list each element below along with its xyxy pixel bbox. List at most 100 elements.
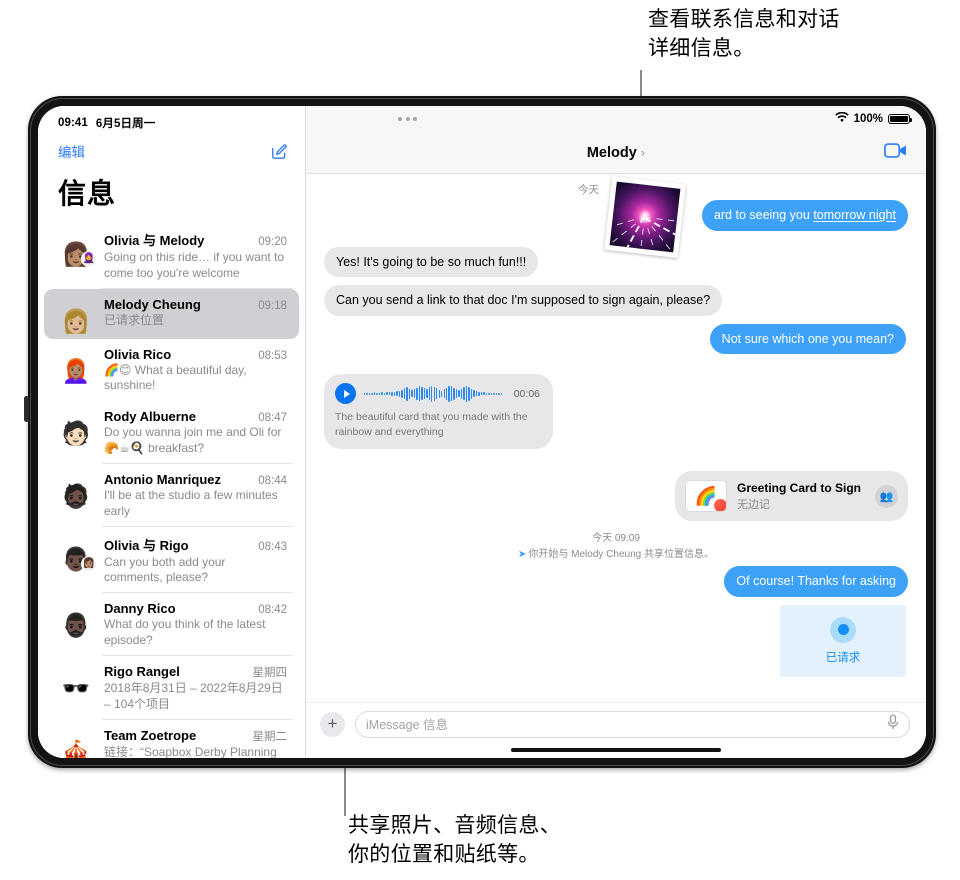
attachment-card[interactable]: 🌈 Greeting Card to Sign 无边记 👥 [674, 471, 914, 522]
play-icon[interactable] [335, 383, 356, 404]
conversation-preview: Can you both add your comments, please? [104, 554, 226, 585]
location-dot-icon [830, 616, 856, 643]
conversation-time: 08:43 [258, 540, 287, 553]
conversation-title: Melody [586, 144, 637, 161]
audio-duration: 00:06 [513, 387, 540, 400]
conversation-preview: I'll be at the studio a few minutes earl… [104, 487, 278, 518]
avatar: 👩🏽‍🦰 [61, 357, 91, 384]
attachment-title: Greeting Card to Sign [736, 480, 861, 495]
location-status-label: 已请求 [825, 651, 861, 664]
message-link[interactable]: tomorrow night [813, 208, 896, 222]
message-field-wrapper[interactable] [355, 711, 910, 738]
audio-transcript: The beautiful card that you made with th… [335, 411, 528, 438]
microphone-icon[interactable] [887, 714, 899, 735]
conversation-name: Team Zoetrope [104, 727, 197, 743]
conversation-row[interactable]: 👩🏽‍🦰 Olivia Rico 08:53 🌈😊 What a beautiful … [44, 339, 299, 402]
conversation-preview: What do you think of the latest episode? [104, 617, 266, 648]
message-bubble-outgoing[interactable]: Of course! Thanks for asking [724, 566, 913, 597]
home-indicator[interactable] [511, 748, 721, 752]
conversation-name: Danny Rico [104, 601, 176, 617]
date-separator: 今天 [578, 184, 599, 196]
message-bubble-outgoing[interactable]: Not sure which one you mean? [709, 323, 912, 354]
system-text: ➤ 你开始与 Melody Cheung 共享位置信息。 [518, 549, 714, 561]
conversation-row[interactable]: 👩🏽 🧕 Olivia 与 Melody 09:20 Going on this rid… [44, 222, 299, 289]
conversation-preview: 链接：“Soapbox Derby Planning Demo Board”共享… [104, 744, 277, 758]
message-bubble-outgoing[interactable]: ard to seeing you tomorrow night [701, 200, 914, 231]
callout-top-text: 查看联系信息和对话 详细信息。 [648, 8, 840, 60]
contact-details-button[interactable]: Melody › [587, 145, 645, 161]
message-bubble-incoming[interactable]: Can you send a link to that doc I'm supp… [318, 285, 723, 316]
status-time: 09:41 [58, 117, 88, 129]
conversation-name: Olivia 与 Melody [104, 233, 205, 248]
avatar: 🧑🏻 [61, 420, 91, 447]
conversation-preview: Going on this ride… if you want to come … [104, 250, 285, 280]
message-text: ard to seeing you [713, 208, 814, 222]
message-row[interactable]: Can you send a link to that doc I'm supp… [318, 285, 908, 316]
conversation-time: 08:44 [258, 474, 287, 487]
avatar: 👨🏿 👩🏽 [61, 545, 97, 572]
conversation-preview: 2018年8月31日 – 2022年8月29日 – 104个项目 [104, 680, 283, 711]
avatar: 🧔🏿‍♂️ [61, 612, 91, 639]
conversation-list[interactable]: 👩🏽 🧕 Olivia 与 Melody 09:20 Going on this rid… [38, 222, 305, 758]
battery-icon [888, 113, 913, 125]
message-thread[interactable]: 今天 ard to seeing you tomorrow night Yes!… [306, 174, 926, 702]
conversation-time: 09:18 [258, 299, 287, 312]
message-input[interactable] [366, 717, 887, 732]
avatar: 🧔🏿 [61, 482, 91, 509]
battery-percent-label: 100% [853, 113, 883, 125]
conversation-row[interactable]: 👨🏿 👩🏽 Olivia 与 Rigo 08:43 Can you both add y… [44, 527, 299, 594]
status-bar-left: 09:41 6月5日周一 [38, 106, 305, 131]
home-indicator-area [306, 746, 926, 758]
message-row[interactable]: Of course! Thanks for asking [324, 566, 913, 597]
fireworks-photo[interactable] [604, 176, 686, 258]
conversation-row[interactable]: 🧔🏿‍♂️ Danny Rico 08:42 What do you think of… [44, 593, 299, 656]
conversation-time: 08:42 [258, 604, 287, 617]
conversation-time: 星期四 [252, 666, 288, 679]
audio-message-bubble[interactable]: 00:06 The beautiful card that you made w… [319, 374, 553, 450]
conversation-name: Olivia 与 Rigo [104, 537, 189, 553]
conversation-row[interactable]: 🧔🏿 Antonio Manriquez 08:44 I'll be at the s… [44, 464, 299, 527]
conversation-preview: 已请求位置 [104, 312, 165, 327]
multitask-dots-icon[interactable] [398, 117, 417, 121]
people-icon: 👥 [875, 484, 898, 508]
location-request-card[interactable]: 已请求 [780, 604, 906, 677]
add-attachment-button[interactable]: + [320, 712, 345, 737]
audio-message-row[interactable]: 00:06 The beautiful card that you made w… [319, 374, 908, 450]
message-bubble-incoming[interactable]: Yes! It's going to be so much fun!!! [318, 246, 539, 277]
compose-icon[interactable] [270, 142, 289, 161]
attachment-row[interactable]: 🌈 Greeting Card to Sign 无边记 👥 [324, 471, 914, 522]
conversation-row[interactable]: 🎪 Team Zoetrope 星期二 链接：“Soapbox Derby Plann… [44, 720, 299, 758]
avatar-badge: 🧕 [81, 251, 97, 267]
conversation-name: Melody Cheung [104, 296, 201, 312]
video-camera-icon[interactable] [884, 142, 908, 164]
ipad-screen: 09:41 6月5日周一 编辑 信息 👩🏽 🧕 Olivia 与 Melody 09:… [38, 106, 926, 758]
callout-bottom-text: 共享照片、音频信息、 你的位置和贴纸等。 [348, 814, 561, 866]
message-input-bar: + [306, 702, 926, 746]
conversation-time: 星期二 [252, 730, 288, 743]
conversation-row[interactable]: 🧑🏻 Rody Albuerne 08:47 Do you wanna join me… [44, 401, 299, 464]
conversation-pane: 100% Melody › 今天 ard to seeing you tomor… [306, 106, 926, 758]
message-row[interactable]: Not sure which one you mean? [324, 323, 912, 354]
conversation-name: Antonio Manriquez [104, 471, 221, 487]
ipad-device-frame: 09:41 6月5日周一 编辑 信息 👩🏽 🧕 Olivia 与 Melody 09:… [24, 96, 936, 768]
freeform-app-badge [712, 498, 726, 512]
sidebar-toolbar: 编辑 [38, 131, 305, 163]
edit-button[interactable]: 编辑 [58, 141, 85, 161]
wifi-icon [834, 111, 849, 126]
conversation-preview: Do you wanna join me and Oli for 🥐☕🍳 bre… [104, 425, 282, 456]
avatar: 🕶️ [61, 674, 91, 701]
system-message: 今天 09:09 ➤ 你开始与 Melody Cheung 共享位置信息。 [324, 529, 908, 560]
conversation-row[interactable]: 👩🏼 Melody Cheung 09:18 已请求位置 [44, 288, 299, 339]
message-row[interactable]: Yes! It's going to be so much fun!!! [318, 246, 908, 277]
conversation-name: Rody Albuerne [104, 409, 196, 425]
avatar: 👩🏽 🧕 [61, 241, 97, 267]
audio-waveform[interactable] [364, 385, 506, 403]
conversation-name: Rigo Rangel [104, 663, 180, 679]
device-side-button [24, 396, 29, 422]
conversation-time: 08:53 [258, 349, 287, 362]
conversation-preview: 🌈😊 What a beautiful day, sunshine! [104, 362, 247, 393]
conversation-time: 08:47 [258, 412, 287, 425]
location-card-row[interactable]: 已请求 [324, 604, 906, 677]
conversation-row[interactable]: 🕶️ Rigo Rangel 星期四 2018年8月31日 – 2022年8月29日 … [44, 656, 299, 720]
chevron-right-icon: › [640, 145, 646, 160]
